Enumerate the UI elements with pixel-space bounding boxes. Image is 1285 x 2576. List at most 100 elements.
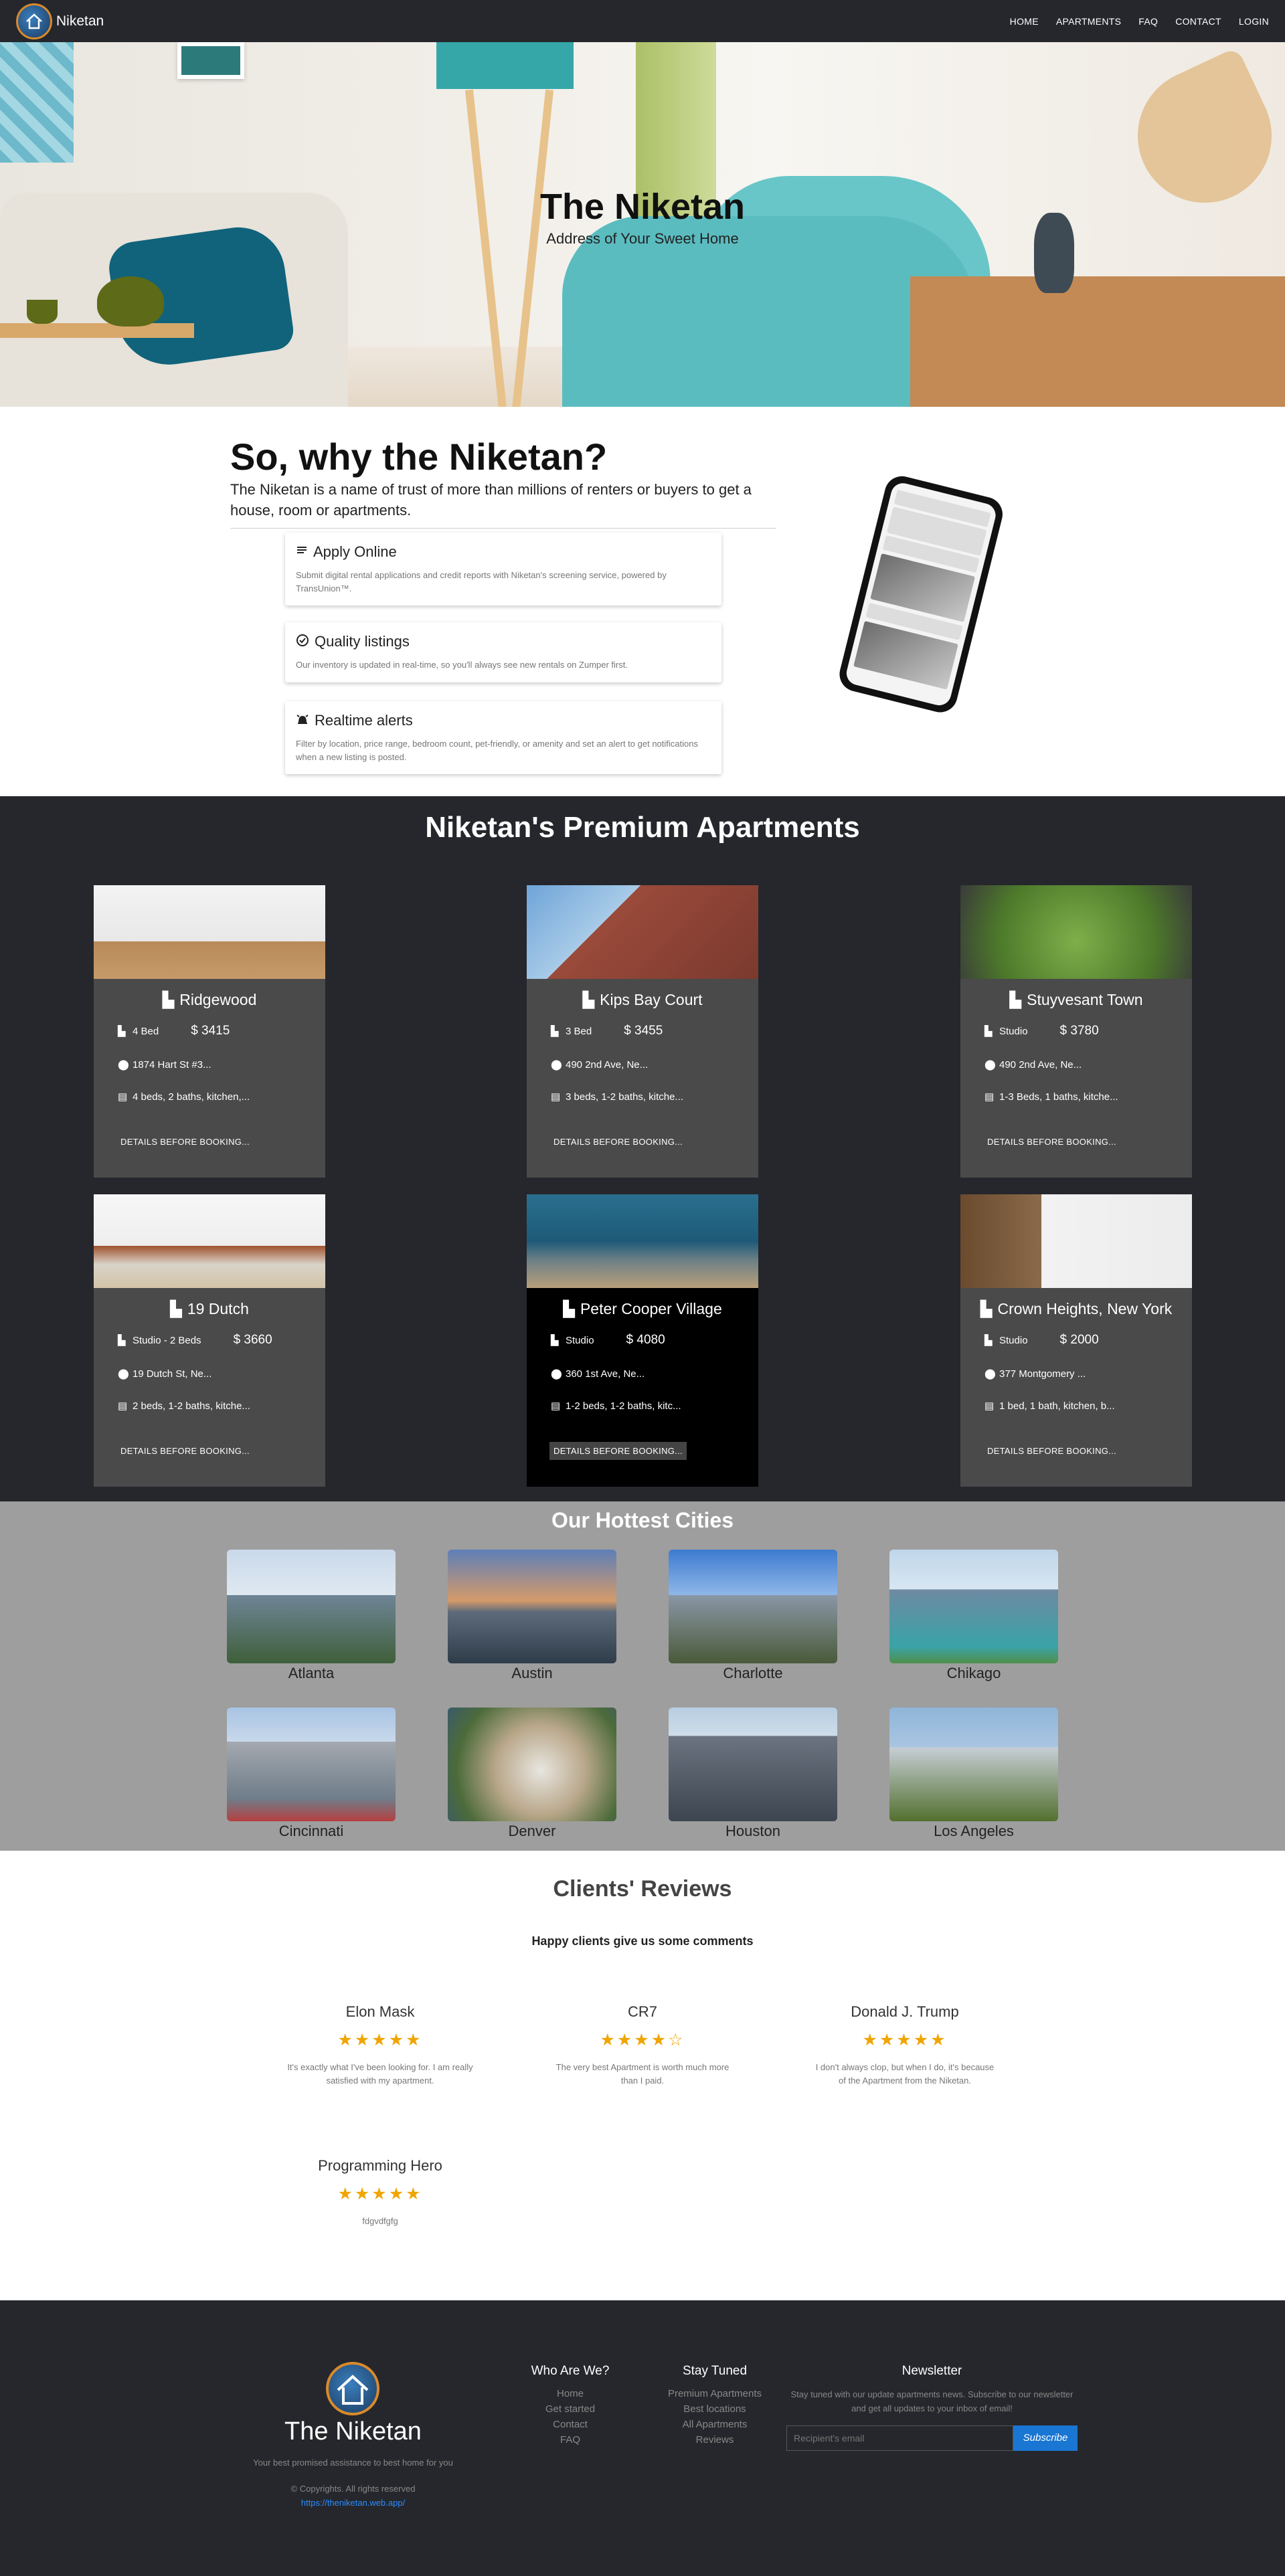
apartment-image bbox=[94, 1194, 325, 1288]
site-url-link[interactable]: https://theniketan.web.app/ bbox=[301, 2498, 405, 2508]
city-image bbox=[669, 1550, 837, 1663]
footer-stay-tuned-column: Stay Tuned Premium Apartments Best locat… bbox=[655, 2364, 775, 2446]
details-button[interactable]: DETAILS BEFORE BOOKING... bbox=[549, 1133, 687, 1151]
building-icon: ▙ bbox=[582, 991, 595, 1008]
apartment-name: Peter Cooper Village bbox=[580, 1300, 722, 1317]
review-card: Elon Mask ★★★★★ It's exactly what I've b… bbox=[273, 2003, 487, 2087]
footer-link-get-started[interactable]: Get started bbox=[523, 2403, 617, 2415]
apartment-image bbox=[960, 1194, 1192, 1288]
details-button[interactable]: DETAILS BEFORE BOOKING... bbox=[983, 1133, 1120, 1151]
city-image bbox=[889, 1550, 1058, 1663]
feature-title: Quality listings bbox=[315, 633, 410, 650]
details-button[interactable]: DETAILS BEFORE BOOKING... bbox=[116, 1442, 254, 1460]
apartment-address: 490 2nd Ave, Ne... bbox=[999, 1059, 1082, 1071]
footer-link-reviews[interactable]: Reviews bbox=[655, 2434, 775, 2446]
document-icon: ▤ bbox=[984, 1400, 995, 1412]
city-card-austin[interactable]: Austin bbox=[448, 1550, 616, 1682]
review-text: fdgvdfgfg bbox=[362, 2216, 398, 2226]
building-icon: ▙ bbox=[551, 1335, 559, 1346]
city-name: Atlanta bbox=[288, 1665, 335, 1681]
review-card: Donald J. Trump ★★★★★ I don't always clo… bbox=[798, 2003, 1012, 2087]
footer-link-best-locations[interactable]: Best locations bbox=[655, 2403, 775, 2415]
nav-apartments-link[interactable]: APARTMENTS bbox=[1056, 16, 1121, 27]
star-rating-icon: ★★★★★ bbox=[337, 2031, 423, 2049]
nav-home-link[interactable]: HOME bbox=[1010, 16, 1039, 27]
city-card-denver[interactable]: Denver bbox=[448, 1708, 616, 1840]
check-circle-icon bbox=[296, 634, 309, 650]
building-icon: ▙ bbox=[1009, 991, 1022, 1008]
star-rating-icon: ★★★★☆ bbox=[600, 2031, 685, 2049]
brand-name: Niketan bbox=[56, 13, 104, 29]
city-image bbox=[227, 1708, 396, 1821]
document-icon: ▤ bbox=[118, 1400, 128, 1412]
apartment-image bbox=[527, 1194, 758, 1288]
hero-cabinet bbox=[910, 276, 1285, 407]
nav-login-link[interactable]: LOGIN bbox=[1239, 16, 1269, 27]
city-image bbox=[448, 1708, 616, 1821]
apartment-details: 1 bed, 1 bath, kitchen, b... bbox=[999, 1400, 1115, 1412]
details-button[interactable]: DETAILS BEFORE BOOKING... bbox=[983, 1442, 1120, 1460]
apartment-price: $ 3415 bbox=[191, 1024, 230, 1038]
city-name: Denver bbox=[508, 1823, 556, 1839]
apartment-card: ▙ Stuyvesant Town ▙ Studio $ 3780 ⬤ 490 2nd … bbox=[960, 885, 1192, 1178]
hero-wallpaper bbox=[0, 42, 74, 163]
why-section: So, why the Niketan? The Niketan is a na… bbox=[0, 407, 1285, 796]
reviewer-name: CR7 bbox=[627, 2003, 657, 2020]
city-name: Austin bbox=[511, 1665, 553, 1681]
apartments-section: Niketan's Premium Apartments ▙ Ridgewood … bbox=[0, 796, 1285, 1501]
brand[interactable]: Niketan bbox=[16, 3, 104, 39]
apartments-title: Niketan's Premium Apartments bbox=[425, 811, 860, 844]
newsletter-title: Newsletter bbox=[902, 2364, 962, 2378]
city-card-charlotte[interactable]: Charlotte bbox=[669, 1550, 837, 1682]
city-card-atlanta[interactable]: Atlanta bbox=[227, 1550, 396, 1682]
why-intro: So, why the Niketan? The Niketan is a na… bbox=[230, 435, 776, 529]
navbar: Niketan HOME APARTMENTS FAQ CONTACT LOGI… bbox=[0, 0, 1285, 42]
apartment-name: Ridgewood bbox=[179, 991, 257, 1008]
house-logo-icon bbox=[326, 2362, 379, 2415]
nav-contact-link[interactable]: CONTACT bbox=[1175, 16, 1221, 27]
copyright-text: © Copyrights. All rights reserved bbox=[290, 2484, 416, 2494]
feature-description: Filter by location, price range, bedroom… bbox=[296, 739, 698, 762]
nav-faq-link[interactable]: FAQ bbox=[1138, 16, 1158, 27]
footer-link-contact[interactable]: Contact bbox=[523, 2419, 617, 2430]
details-button[interactable]: DETAILS BEFORE BOOKING... bbox=[549, 1442, 687, 1460]
review-card: CR7 ★★★★☆ The very best Apartment is wor… bbox=[535, 2003, 750, 2087]
footer-link-premium-apartments[interactable]: Premium Apartments bbox=[655, 2388, 775, 2399]
city-image bbox=[669, 1708, 837, 1821]
apartment-beds: Studio bbox=[566, 1334, 594, 1346]
apartment-address: 377 Montgomery ... bbox=[999, 1368, 1086, 1380]
footer-brand: The Niketan bbox=[284, 2417, 422, 2446]
footer-link-all-apartments[interactable]: All Apartments bbox=[655, 2419, 775, 2430]
city-card-houston[interactable]: Houston bbox=[669, 1708, 837, 1840]
hero-banner: The Niketan Address of Your Sweet Home bbox=[0, 42, 1285, 407]
newsletter-form: Subscribe bbox=[786, 2425, 1078, 2451]
city-name: Houston bbox=[725, 1823, 780, 1839]
cities-section: Our Hottest Cities Atlanta Austin Charlo… bbox=[0, 1501, 1285, 1851]
newsletter-email-input[interactable] bbox=[786, 2425, 1013, 2451]
footer-link-home[interactable]: Home bbox=[523, 2388, 617, 2399]
list-icon bbox=[296, 545, 308, 560]
footer-link-faq[interactable]: FAQ bbox=[523, 2434, 617, 2446]
city-card-chikago[interactable]: Chikago bbox=[889, 1550, 1058, 1682]
apartment-card: ▙ Peter Cooper Village ▙ Studio $ 4080 ⬤ 360… bbox=[527, 1194, 758, 1487]
city-card-los-angeles[interactable]: Los Angeles bbox=[889, 1708, 1058, 1840]
document-icon: ▤ bbox=[984, 1091, 995, 1103]
subscribe-button[interactable]: Subscribe bbox=[1013, 2425, 1078, 2451]
review-text: The very best Apartment is worth much mo… bbox=[555, 2062, 730, 2086]
apartment-beds: Studio bbox=[999, 1025, 1028, 1037]
house-logo-icon bbox=[16, 3, 52, 39]
apartment-details: 2 beds, 1-2 baths, kitche... bbox=[133, 1400, 250, 1412]
reviews-section: Clients' Reviews Happy clients give us s… bbox=[0, 1851, 1285, 2300]
city-card-cincinnati[interactable]: Cincinnati bbox=[227, 1708, 396, 1840]
building-icon: ▙ bbox=[980, 1300, 993, 1317]
location-pin-icon: ⬤ bbox=[118, 1059, 129, 1071]
feature-card-realtime-alerts: Realtime alerts Filter by location, pric… bbox=[285, 701, 721, 774]
building-icon: ▙ bbox=[984, 1335, 993, 1346]
why-description: The Niketan is a name of trust of more t… bbox=[230, 481, 752, 519]
hero-picture-frame bbox=[177, 42, 244, 79]
details-button[interactable]: DETAILS BEFORE BOOKING... bbox=[116, 1133, 254, 1151]
hero-cup bbox=[27, 300, 58, 324]
footer: The Niketan Your best promised assistanc… bbox=[0, 2300, 1285, 2576]
reviewer-name: Programming Hero bbox=[318, 2157, 442, 2174]
review-text: It's exactly what I've been looking for.… bbox=[287, 2062, 473, 2086]
